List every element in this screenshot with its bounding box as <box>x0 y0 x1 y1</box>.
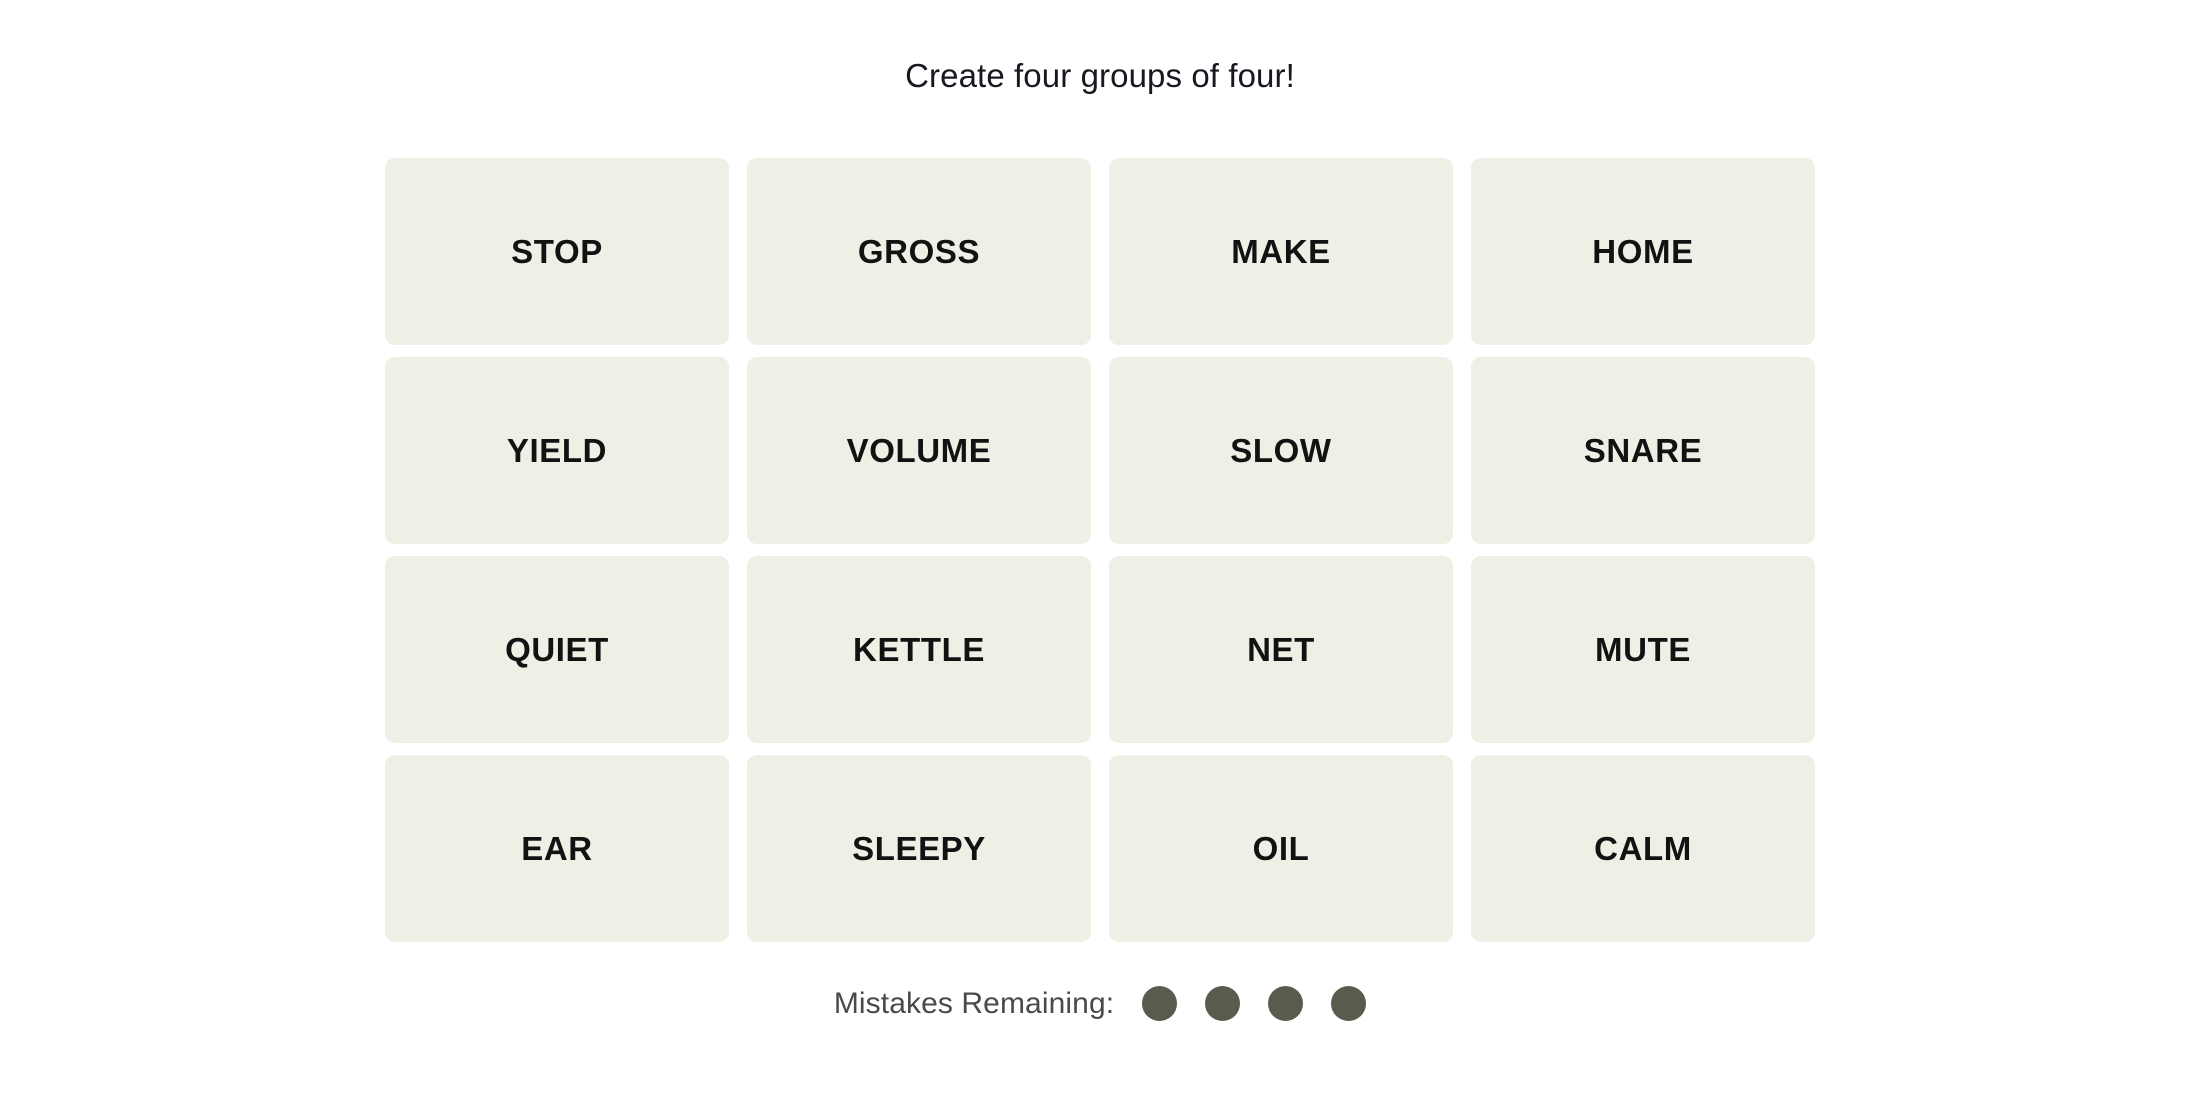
word-tile[interactable]: HOME <box>1471 158 1815 346</box>
word-tile-label: MUTE <box>1595 631 1691 669</box>
word-tile-label: STOP <box>511 233 603 271</box>
mistake-dot-1 <box>1142 986 1178 1022</box>
word-tile[interactable]: YIELD <box>385 357 729 545</box>
word-tile-label: HOME <box>1592 233 1694 271</box>
word-tile[interactable]: OIL <box>1109 755 1453 943</box>
word-tile[interactable]: VOLUME <box>747 357 1091 545</box>
word-tile[interactable]: SNARE <box>1471 357 1815 545</box>
word-tile[interactable]: QUIET <box>385 556 729 744</box>
page-title: Create four groups of four! <box>905 57 1295 94</box>
mistake-dots <box>1142 986 1367 1022</box>
word-tile[interactable]: CALM <box>1471 755 1815 943</box>
word-tile[interactable]: STOP <box>385 158 729 346</box>
word-tile[interactable]: MUTE <box>1471 556 1815 744</box>
word-tile-label: CALM <box>1594 830 1692 868</box>
mistake-dot-3 <box>1268 986 1304 1022</box>
word-tile[interactable]: SLEEPY <box>747 755 1091 943</box>
word-tile-label: YIELD <box>506 432 608 470</box>
word-tile[interactable]: SLOW <box>1109 357 1453 545</box>
word-tile-label: NET <box>1247 631 1315 669</box>
word-tile-label: GROSS <box>857 233 981 271</box>
word-tile[interactable]: GROSS <box>747 158 1091 346</box>
word-tile[interactable]: EAR <box>385 755 729 943</box>
word-tile-label: QUIET <box>505 631 609 669</box>
mistake-dot-4 <box>1331 986 1367 1022</box>
word-tile-label: SNARE <box>1583 432 1703 470</box>
mistake-dot-2 <box>1205 986 1241 1022</box>
word-tile-label: SLEEPY <box>852 830 986 868</box>
word-tile-label: EAR <box>521 830 593 868</box>
word-grid: STOP GROSS MAKE HOME YIELD VOLUME SLOW SNARE QUI… <box>385 158 1815 943</box>
word-tile[interactable]: KETTLE <box>747 556 1091 744</box>
word-tile-label: KETTLE <box>853 631 985 669</box>
word-tile[interactable]: NET <box>1109 556 1453 744</box>
word-tile-label: MAKE <box>1231 233 1331 271</box>
word-tile-label: VOLUME <box>846 432 992 470</box>
mistakes-remaining-label: Mistakes Remaining: <box>833 986 1115 1020</box>
word-tile-label: SLOW <box>1230 432 1332 470</box>
mistakes-remaining-bar: Mistakes Remaining: <box>833 986 1367 1022</box>
word-tile-label: OIL <box>1252 830 1310 868</box>
word-tile[interactable]: MAKE <box>1109 158 1453 346</box>
connections-game-page: Create four groups of four! STOP GROSS MAK… <box>0 0 2200 1100</box>
